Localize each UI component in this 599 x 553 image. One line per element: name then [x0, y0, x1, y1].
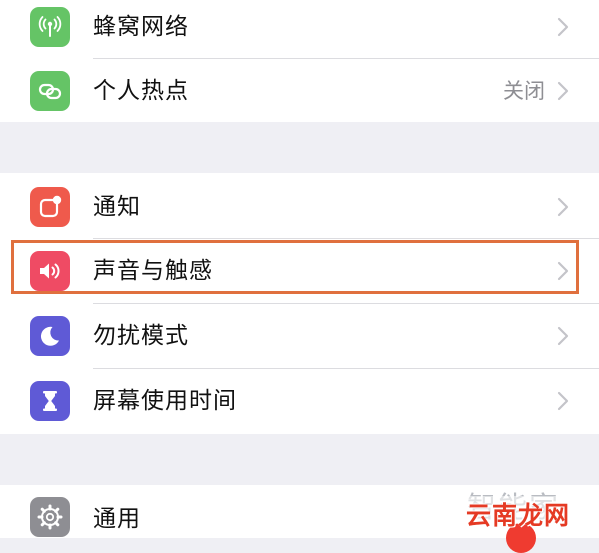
gear-icon	[30, 497, 70, 537]
settings-row-label: 个人热点	[93, 78, 189, 104]
settings-row-notifications[interactable]: 通知	[0, 175, 599, 239]
settings-row-cellular[interactable]: 蜂窝网络	[0, 0, 599, 59]
chevron-right-icon	[557, 81, 569, 101]
chevron-right-icon	[557, 391, 569, 411]
settings-row-label: 屏幕使用时间	[93, 388, 237, 414]
hourglass-icon	[30, 381, 70, 421]
speaker-icon	[30, 251, 70, 291]
settings-row-label: 通用	[93, 506, 141, 532]
settings-row-label: 勿扰模式	[93, 323, 189, 349]
chevron-right-icon	[557, 17, 569, 37]
settings-row-sounds-haptics[interactable]: 声音与触感	[0, 239, 599, 303]
settings-row-label: 声音与触感	[93, 258, 213, 284]
notifications-icon	[30, 187, 70, 227]
cellular-antenna-icon	[30, 7, 70, 47]
settings-row-label: 蜂窝网络	[93, 14, 189, 40]
hotspot-chain-icon	[30, 71, 70, 111]
watermark-text: 云南龙网	[466, 501, 571, 530]
settings-row-hotspot[interactable]: 个人热点 关闭	[0, 59, 599, 123]
settings-row-label: 通知	[93, 194, 141, 220]
settings-group-notifications: 通知 声音与触感 勿扰模式 屏幕使用时间	[0, 173, 599, 434]
chevron-right-icon	[557, 197, 569, 217]
settings-group-connectivity: 蜂窝网络 个人热点 关闭	[0, 0, 599, 122]
settings-row-value: 关闭	[503, 79, 545, 103]
chevron-right-icon	[557, 261, 569, 281]
settings-row-screen-time[interactable]: 屏幕使用时间	[0, 369, 599, 433]
settings-row-do-not-disturb[interactable]: 勿扰模式	[0, 304, 599, 368]
moon-icon	[30, 316, 70, 356]
chevron-right-icon	[557, 326, 569, 346]
